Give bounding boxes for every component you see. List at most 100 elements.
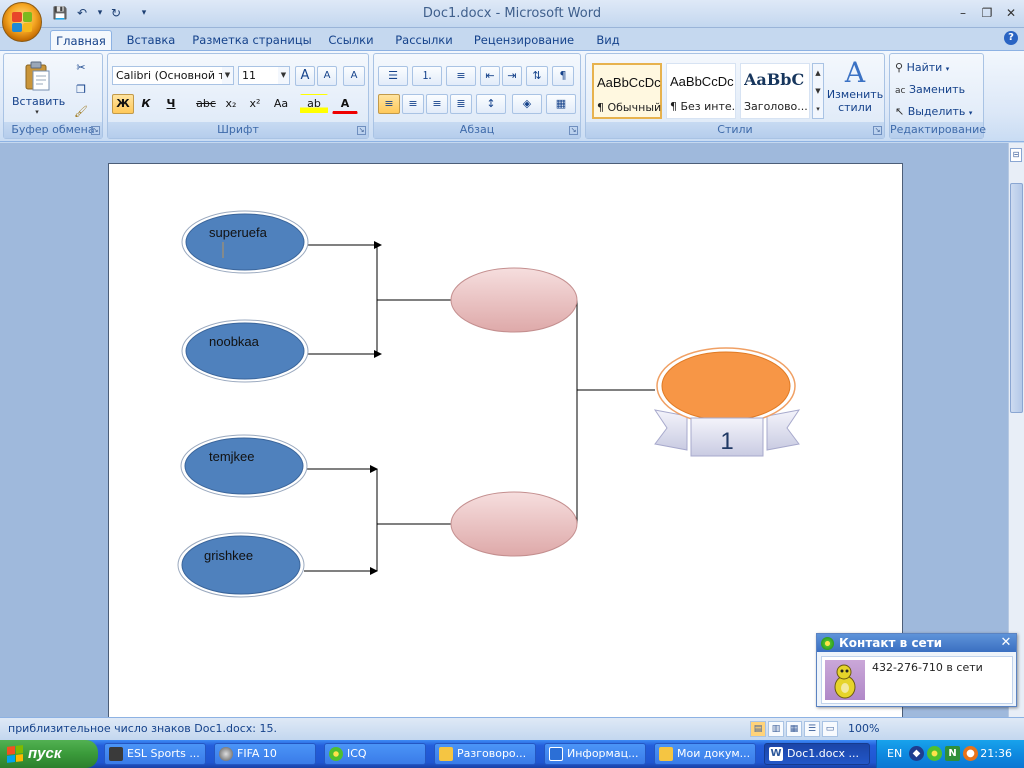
tab-review[interactable]: Рецензирование	[470, 30, 578, 50]
copy-icon[interactable]: ❐	[70, 80, 92, 100]
font-name-combo[interactable]: Calibri (Основной те ▼	[112, 66, 234, 85]
increase-indent-icon[interactable]: ⇥	[502, 66, 522, 86]
change-case-button[interactable]: Aa	[268, 94, 294, 114]
font-size-combo[interactable]: 11 ▼	[238, 66, 290, 85]
clipboard-launcher-icon[interactable]: ↘	[91, 126, 100, 135]
player-noobkaa[interactable]: noobkaa	[181, 319, 309, 383]
minimize-button[interactable]: –	[950, 4, 976, 22]
update-icon[interactable]: ●	[963, 746, 978, 761]
paste-dropdown-icon: ▾	[35, 108, 39, 116]
grow-font-button[interactable]: A	[295, 66, 315, 86]
popup-close-button[interactable]: ✕	[999, 635, 1013, 650]
vertical-scrollbar[interactable]	[1008, 143, 1024, 717]
tab-home[interactable]: Главная	[50, 30, 112, 50]
network-n-icon[interactable]: N	[945, 746, 960, 761]
clipboard-group: Вставить ▾ ✂ ❐ 🖌 Буфер обмена ↘	[3, 53, 103, 139]
font-launcher-icon[interactable]: ↘	[357, 126, 366, 135]
help-icon[interactable]: ?	[1004, 31, 1018, 45]
align-right-icon[interactable]: ≡	[426, 94, 448, 114]
paragraph-launcher-icon[interactable]: ↘	[569, 126, 578, 135]
taskbar-item-word[interactable]: W Doc1.docx ...	[764, 743, 870, 765]
semifinal-bottom[interactable]	[450, 491, 578, 557]
style-name: ¶ Без инте...	[670, 100, 734, 113]
style-no-spacing[interactable]: AaBbCcDc ¶ Без инте...	[666, 63, 736, 119]
player-superuefa[interactable]: superuefa	[181, 210, 309, 274]
antivirus-icon[interactable]: ◆	[909, 746, 924, 761]
show-marks-icon[interactable]: ¶	[552, 66, 574, 86]
ruler-toggle-icon[interactable]: ⊟	[1010, 148, 1022, 162]
popup-message: 432-276-710 в сети	[872, 661, 983, 674]
bold-button[interactable]: Ж	[112, 94, 134, 114]
find-button[interactable]: ⚲ Найти ▾	[894, 58, 980, 78]
align-left-icon[interactable]: ≡	[378, 94, 400, 114]
restore-button[interactable]: ❐	[974, 4, 1000, 22]
italic-button[interactable]: К	[136, 94, 156, 114]
close-button[interactable]: ✕	[998, 4, 1024, 22]
web-layout-icon[interactable]: ▦	[786, 721, 802, 737]
zoom-level[interactable]: 100%	[848, 722, 879, 735]
shading-icon[interactable]: ◈	[512, 94, 542, 114]
tab-mailings[interactable]: Рассылки	[390, 30, 458, 50]
outline-view-icon[interactable]: ☰	[804, 721, 820, 737]
player-temjkee[interactable]: temjkee	[180, 434, 308, 498]
ribbon: Вставить ▾ ✂ ❐ 🖌 Буфер обмена ↘ Calibri …	[0, 50, 1024, 142]
taskbar-item-fifa[interactable]: FIFA 10	[214, 743, 316, 765]
tab-page-layout[interactable]: Разметка страницы	[192, 30, 312, 50]
tab-references[interactable]: Ссылки	[322, 30, 380, 50]
line-spacing-icon[interactable]: ↕	[476, 94, 506, 114]
taskbar-item-icq[interactable]: ICQ	[324, 743, 426, 765]
subscript-button[interactable]: x₂	[220, 94, 242, 114]
style-heading[interactable]: AaBbC Заголово...	[740, 63, 810, 119]
player-name: noobkaa	[209, 334, 260, 349]
player-grishkee[interactable]: grishkee	[177, 532, 305, 598]
start-button[interactable]: пуск	[0, 740, 98, 768]
tab-view[interactable]: Вид	[588, 30, 628, 50]
shrink-font-button[interactable]: A	[317, 66, 337, 86]
superscript-button[interactable]: x²	[244, 94, 266, 114]
multilevel-list-icon[interactable]: ≡	[446, 66, 476, 86]
taskbar-item-esl[interactable]: ESL Sports ...	[104, 743, 206, 765]
semifinal-top[interactable]	[450, 267, 578, 333]
taskbar-item-label: ESL Sports ...	[127, 747, 200, 760]
icq-tray-icon[interactable]	[927, 746, 942, 761]
word-app-icon: W	[769, 747, 783, 761]
icq-contact-popup[interactable]: Контакт в сети ✕ 432-276-710 в сети	[816, 633, 1017, 707]
paste-button[interactable]: Вставить ▾	[12, 58, 65, 118]
draft-view-icon[interactable]: ▭	[822, 721, 838, 737]
start-label: пуск	[28, 745, 62, 762]
font-color-button[interactable]: A	[332, 94, 358, 114]
full-screen-reading-icon[interactable]: ▥	[768, 721, 784, 737]
sort-icon[interactable]: ⇅	[526, 66, 548, 86]
document-page[interactable]: superuefa noobkaa temjkee grishkee 1	[108, 163, 903, 717]
justify-icon[interactable]: ≣	[450, 94, 472, 114]
office-button[interactable]	[2, 2, 42, 42]
underline-button[interactable]: Ч	[158, 94, 184, 114]
numbering-icon[interactable]: ⒈	[412, 66, 442, 86]
highlight-button[interactable]: ab	[300, 94, 328, 114]
language-indicator[interactable]: EN	[887, 747, 902, 760]
format-painter-icon[interactable]: 🖌	[70, 102, 92, 122]
styles-scroll[interactable]: ▲ ▼ ▾	[812, 63, 824, 119]
align-center-icon[interactable]: ≡	[402, 94, 424, 114]
borders-icon[interactable]: ▦	[546, 94, 576, 114]
clear-formatting-button[interactable]: A	[343, 66, 365, 86]
ribbon-right-tail	[766, 409, 801, 451]
taskbar-item-info[interactable]: Информац...	[544, 743, 646, 765]
style-normal[interactable]: AaBbCcDc ¶ Обычный	[592, 63, 662, 119]
taskbar-item-my-docs[interactable]: Мои докум...	[654, 743, 756, 765]
taskbar-item-chat[interactable]: Разговоро...	[434, 743, 536, 765]
change-styles-button[interactable]: A Изменить стили	[826, 58, 884, 120]
tab-insert[interactable]: Вставка	[120, 30, 182, 50]
print-layout-icon[interactable]: ▤	[750, 721, 766, 737]
strikethrough-button[interactable]: abc	[194, 94, 218, 114]
cut-icon[interactable]: ✂	[70, 58, 92, 78]
select-label: Выделить	[907, 105, 966, 118]
winner-medal[interactable]: 1	[653, 347, 801, 457]
bullets-icon[interactable]: ☰	[378, 66, 408, 86]
scrollbar-thumb[interactable]	[1010, 183, 1023, 413]
styles-launcher-icon[interactable]: ↘	[873, 126, 882, 135]
select-button[interactable]: ↖ Выделить ▾	[894, 102, 980, 122]
document-workspace: superuefa noobkaa temjkee grishkee 1	[0, 143, 1008, 717]
decrease-indent-icon[interactable]: ⇤	[480, 66, 500, 86]
replace-button[interactable]: ac Заменить	[894, 80, 980, 100]
